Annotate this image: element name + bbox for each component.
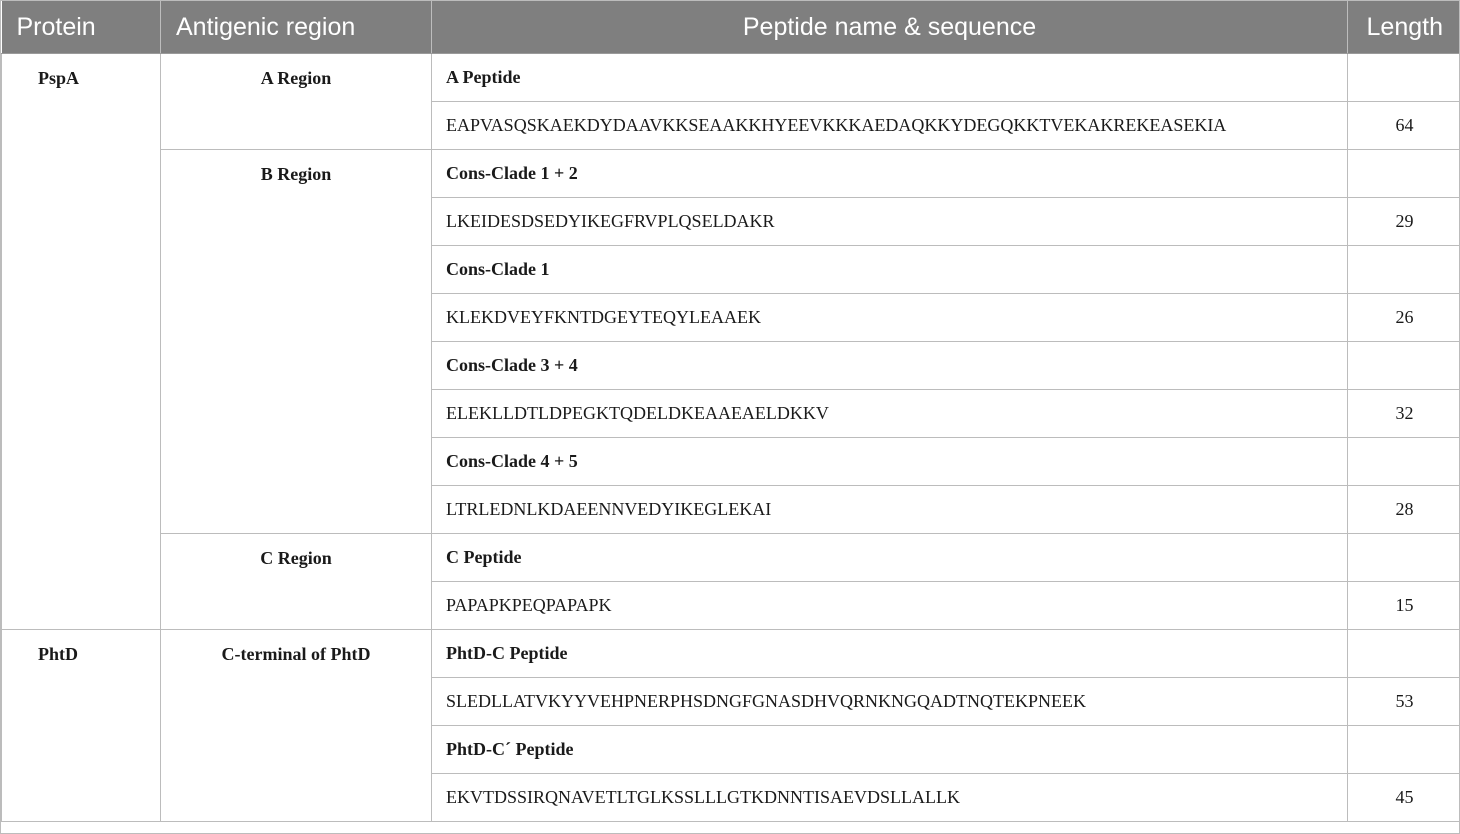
table-header: Protein Antigenic region Peptide name & … <box>1 1 1459 54</box>
column-header-protein: Protein <box>1 1 161 54</box>
peptide-name: Cons-Clade 3 + 4 <box>431 341 1348 390</box>
peptide-name: Cons-Clade 4 + 5 <box>431 437 1348 486</box>
length-cell: 29 <box>1347 197 1459 246</box>
peptide-name: PhtD-C Peptide <box>431 629 1348 678</box>
peptide-name: A Peptide <box>431 53 1348 102</box>
peptide-sequence: KLEKDVEYFKNTDGEYTEQYLEAAEK <box>431 293 1348 342</box>
length-cell-empty <box>1347 341 1459 390</box>
protein-cell: PspA <box>1 53 161 630</box>
length-cell-empty <box>1347 629 1459 678</box>
table-row: C Region C Peptide <box>2 533 1459 630</box>
length-cell: 45 <box>1347 773 1459 822</box>
length-cell-empty <box>1347 437 1459 486</box>
length-cell: 32 <box>1347 389 1459 438</box>
peptide-sequence: EAPVASQSKAEKDYDAAVKKSEAAKKHYEEVKKKAEDAQK… <box>431 101 1348 150</box>
region-cell: A Region <box>160 53 432 150</box>
peptide-table: Protein Antigenic region Peptide name & … <box>1 1 1459 822</box>
protein-cell: PhtD <box>1 629 161 822</box>
table-row: PhtD C-terminal of PhtD PhtD-C Peptide <box>1 629 1459 822</box>
length-cell: 26 <box>1347 293 1459 342</box>
region-cell: B Region <box>160 149 432 534</box>
peptide-sequence: LKEIDESDSEDYIKEGFRVPLQSELDAKR <box>431 197 1348 246</box>
peptide-name: Cons-Clade 1 <box>431 245 1348 294</box>
table-row: B Region Cons-Clade 1 + 2 <box>2 149 1459 534</box>
column-header-peptide: Peptide name & sequence <box>431 1 1348 54</box>
length-cell-empty <box>1347 53 1459 102</box>
length-cell: 15 <box>1347 581 1459 630</box>
region-cell: C Region <box>160 533 432 630</box>
length-cell-empty <box>1347 245 1459 294</box>
peptide-name: C Peptide <box>431 533 1348 582</box>
peptide-sequence: EKVTDSSIRQNAVETLTGLKSSLLLGTKDNNTISAEVDSL… <box>431 773 1348 822</box>
peptide-table-frame: Protein Antigenic region Peptide name & … <box>0 0 1460 834</box>
length-cell: 28 <box>1347 485 1459 534</box>
peptide-sequence: PAPAPKPEQPAPAPK <box>431 581 1348 630</box>
table-row: PspA A Region A Peptide <box>1 53 1459 630</box>
length-cell: 53 <box>1347 677 1459 726</box>
header-row: Protein Antigenic region Peptide name & … <box>1 1 1459 54</box>
table-body: PspA A Region A Peptide EAPVASQSKAEKDYDA… <box>1 53 1459 822</box>
peptide-name: PhtD-C´ Peptide <box>431 725 1348 774</box>
length-cell-empty <box>1347 149 1459 198</box>
length-cell-empty <box>1347 725 1459 774</box>
peptide-name: Cons-Clade 1 + 2 <box>431 149 1348 198</box>
column-header-antigenic-region: Antigenic region <box>160 1 432 54</box>
length-cell: 64 <box>1347 101 1459 150</box>
peptide-sequence: LTRLEDNLKDAEENNVEDYIKEGLEKAI <box>431 485 1348 534</box>
column-header-length: Length <box>1347 1 1459 54</box>
region-cell: C-terminal of PhtD <box>160 629 432 822</box>
peptide-sequence: ELEKLLDTLDPEGKTQDELDKEAAEAELDKKV <box>431 389 1348 438</box>
peptide-sequence: SLEDLLATVKYYVEHPNERPHSDNGFGNASDHVQRNKNGQ… <box>431 677 1348 726</box>
length-cell-empty <box>1347 533 1459 582</box>
